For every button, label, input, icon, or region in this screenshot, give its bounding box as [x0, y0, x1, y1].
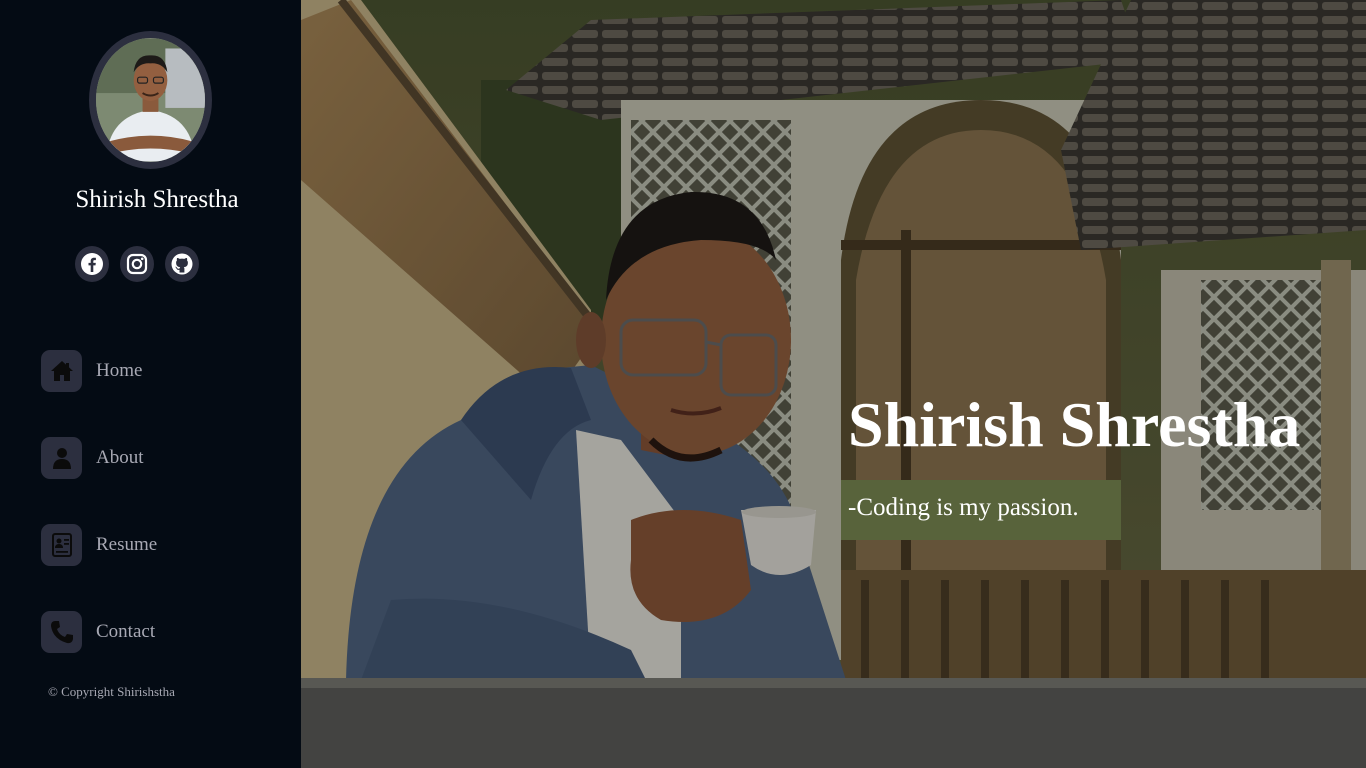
nav-label-contact: Contact [96, 621, 156, 642]
hero-title: Shirish Shrestha [848, 389, 1301, 460]
nav-label-home: Home [96, 360, 143, 381]
nav-item-contact[interactable]: Contact [41, 611, 157, 653]
home-icon [50, 361, 73, 381]
nav-label-about: About [96, 447, 144, 468]
hero-section: Shirish Shrestha -Coding is my passion. [301, 0, 1366, 768]
user-icon [52, 448, 71, 469]
instagram-link[interactable] [120, 246, 154, 282]
nav-menu: Home About Resume Contact [41, 350, 157, 698]
resume-icon [51, 533, 72, 557]
facebook-icon [81, 253, 103, 275]
home-icon-box [41, 350, 82, 392]
nav-label-resume: Resume [96, 534, 158, 555]
nav-item-resume[interactable]: Resume [41, 524, 157, 566]
sidebar: Shirish Shrestha Home About Resume Conta… [0, 0, 301, 768]
phone-icon [50, 621, 73, 644]
avatar [89, 31, 212, 169]
user-icon-box [41, 437, 82, 479]
nav-item-about[interactable]: About [41, 437, 157, 479]
instagram-icon [126, 253, 148, 275]
nav-item-home[interactable]: Home [41, 350, 157, 392]
resume-icon-box [41, 524, 82, 566]
portfolio-page: Shirish Shrestha Home About Resume Conta… [0, 0, 1366, 768]
social-links [75, 246, 199, 282]
phone-icon-box [41, 611, 82, 653]
profile-name: Shirish Shrestha [75, 186, 239, 213]
github-link[interactable] [165, 246, 199, 282]
avatar-photo [96, 38, 205, 162]
hero-tagline: -Coding is my passion. [848, 494, 1079, 521]
github-icon [171, 253, 193, 275]
copyright-text: © Copyright Shirishstha [48, 684, 175, 699]
facebook-link[interactable] [75, 246, 109, 282]
hero-background-photo [301, 0, 1366, 768]
